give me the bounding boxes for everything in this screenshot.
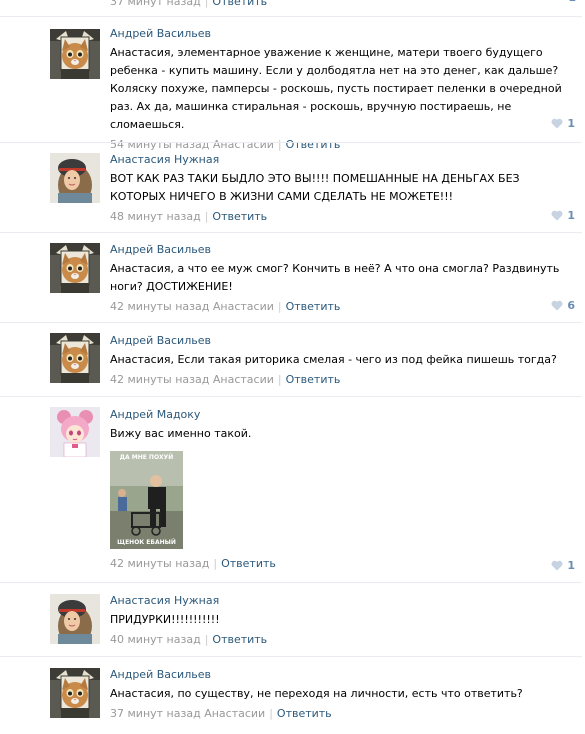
reply-link[interactable]: Ответить bbox=[286, 373, 341, 386]
comment-time: 42 минуты назад bbox=[110, 557, 210, 570]
reply-link[interactable]: Ответить bbox=[212, 210, 267, 223]
comment-time: 42 минуты назад bbox=[110, 300, 210, 313]
comment-text: Вижу вас именно такой. bbox=[110, 427, 252, 440]
comment-time: 37 минут назад bbox=[110, 707, 201, 720]
comment-item: Андрей Васильев Анастасия, а что ее муж … bbox=[0, 232, 582, 323]
comment-time: 37 минут назад bbox=[110, 0, 201, 8]
heart-icon bbox=[551, 118, 563, 129]
comment-item: Андрей Васильев Анастасия, Если такая ри… bbox=[0, 322, 582, 397]
comment-item: Андрей Васильев Анастасия, элементарное … bbox=[0, 16, 582, 151]
comment-author[interactable]: Андрей Васильев bbox=[110, 243, 570, 256]
like-button[interactable]: 1 bbox=[551, 117, 575, 130]
comment-item: Анастасия Нужная ПРИДУРКИ!!!!!!!!!!! 40 … bbox=[0, 582, 582, 657]
comment-time: 42 минуты назад bbox=[110, 373, 210, 386]
comment-author[interactable]: Андрей Мадоку bbox=[110, 408, 570, 421]
reply-link[interactable]: Ответить bbox=[277, 707, 332, 720]
reply-link[interactable]: Ответить bbox=[286, 300, 341, 313]
comment-text: Анастасия, элементарное уважение к женщи… bbox=[110, 46, 562, 131]
anime-avatar-icon[interactable] bbox=[50, 407, 100, 457]
reply-link[interactable]: Ответить bbox=[221, 557, 276, 570]
previous-comment-meta: 37 минут назад|Ответить 1 bbox=[0, 0, 585, 10]
comment-time: 48 минут назад bbox=[110, 210, 201, 223]
heart-icon bbox=[551, 210, 563, 221]
girl-avatar-icon[interactable] bbox=[50, 594, 100, 644]
like-count: 1 bbox=[567, 209, 575, 222]
comment-author[interactable]: Андрей Васильев bbox=[110, 27, 570, 40]
reply-link[interactable]: Ответить bbox=[212, 0, 267, 8]
comment-text: Анастасия, а что ее муж смог? Кончить в … bbox=[110, 262, 560, 293]
photo-caption-top: ДА МНЕ ПОХУЙ bbox=[119, 454, 174, 461]
like-button[interactable]: 6 bbox=[551, 299, 575, 312]
photo-caption-bottom: ЩЕНОК ЕБАНЫЙ bbox=[117, 539, 176, 546]
comment-text: Анастасия, Если такая риторика смелая - … bbox=[110, 353, 557, 366]
cat-avatar-icon[interactable] bbox=[50, 29, 100, 79]
comment-text: Анастасия, по существу, не переходя на л… bbox=[110, 687, 523, 700]
cat-avatar-icon[interactable] bbox=[50, 243, 100, 293]
attached-photo[interactable]: ДА МНЕ ПОХУЙ ЩЕНОК ЕБАНЫЙ bbox=[110, 451, 183, 549]
comment-author[interactable]: Андрей Васильев bbox=[110, 334, 570, 347]
girl-avatar-icon[interactable] bbox=[50, 153, 100, 203]
comment-text: ПРИДУРКИ!!!!!!!!!!! bbox=[110, 613, 220, 626]
cat-avatar-icon[interactable] bbox=[50, 668, 100, 718]
comment-time: 40 минут назад bbox=[110, 633, 201, 646]
comment-item: Анастасия Нужная ВОТ КАК РАЗ ТАКИ БЫДЛО … bbox=[0, 142, 582, 233]
like-button[interactable]: 1 bbox=[551, 209, 575, 222]
comment-item: Андрей Васильев Анастасия, по существу, … bbox=[0, 656, 582, 734]
photo-image bbox=[110, 451, 183, 549]
reply-to-name[interactable]: Анастасии bbox=[213, 300, 274, 313]
reply-to-name[interactable]: Анастасии bbox=[213, 373, 274, 386]
comment-text: ВОТ КАК РАЗ ТАКИ БЫДЛО ЭТО ВЫ!!!! ПОМЕША… bbox=[110, 172, 520, 203]
like-count[interactable]: 1 bbox=[568, 0, 576, 4]
comment-item: Андрей Мадоку Вижу вас именно такой. ДА … bbox=[0, 396, 582, 583]
comment-author[interactable]: Анастасия Нужная bbox=[110, 153, 570, 166]
heart-icon bbox=[551, 560, 563, 571]
comment-author[interactable]: Анастасия Нужная bbox=[110, 594, 570, 607]
reply-to-name[interactable]: Анастасии bbox=[204, 707, 265, 720]
reply-link[interactable]: Ответить bbox=[212, 633, 267, 646]
heart-icon bbox=[551, 300, 563, 311]
like-count: 1 bbox=[567, 559, 575, 572]
like-button[interactable]: 1 bbox=[551, 559, 575, 572]
like-count: 6 bbox=[567, 299, 575, 312]
like-count: 1 bbox=[567, 117, 575, 130]
comment-author[interactable]: Андрей Васильев bbox=[110, 668, 570, 681]
cat-avatar-icon[interactable] bbox=[50, 333, 100, 383]
